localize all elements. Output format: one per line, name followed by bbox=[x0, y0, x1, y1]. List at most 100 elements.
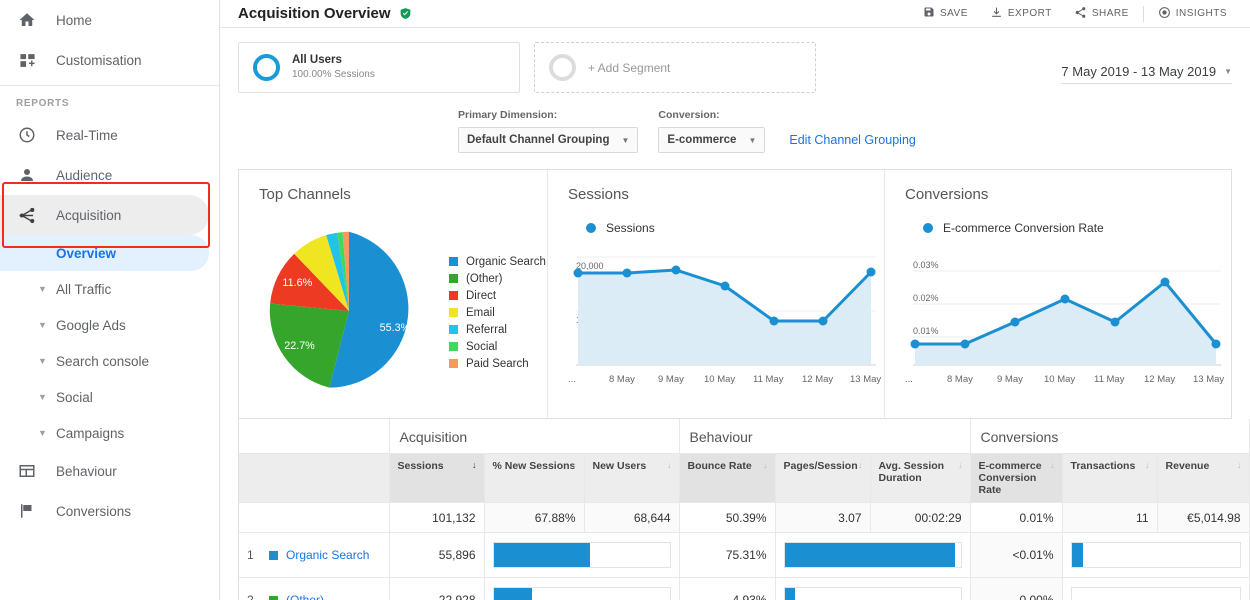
row-bounce-bar-track bbox=[783, 542, 962, 568]
export-icon bbox=[990, 6, 1003, 22]
row-sessions-bar-track bbox=[492, 587, 671, 600]
legend-item[interactable]: Social bbox=[449, 338, 546, 355]
sidebar-item-label: Home bbox=[56, 12, 93, 28]
row-label-cell: 2 (Other) bbox=[239, 577, 390, 600]
sidebar-item-google-ads[interactable]: ▼ Google Ads bbox=[0, 307, 219, 343]
sidebar-item-campaigns[interactable]: ▼ Campaigns bbox=[0, 415, 219, 451]
sessions-chart: Sessions Sessions 20,000 10,000 bbox=[547, 170, 884, 418]
chevron-down-icon: ▼ bbox=[748, 135, 757, 145]
export-button[interactable]: EXPORT bbox=[979, 6, 1063, 22]
conversions-svg: 0.03% 0.02% 0.01% ... 8 May 9 May 10 May… bbox=[905, 260, 1224, 385]
col-label: Revenue bbox=[1165, 460, 1210, 472]
conversion-group: Conversion: E-commerce ▼ bbox=[658, 109, 766, 153]
sessions-svg: 20,000 10,000 ... 8 May 9 May 10 May 11 … bbox=[568, 256, 881, 385]
sidebar-item-conversions[interactable]: Conversions bbox=[0, 491, 219, 531]
share-button[interactable]: SHARE bbox=[1063, 6, 1140, 22]
row-sessions-bar-cell bbox=[483, 532, 680, 578]
legend-item[interactable]: (Other) bbox=[449, 270, 546, 287]
sidebar-item-search-console[interactable]: ▼ Search console bbox=[0, 343, 219, 379]
col-label: Transactions bbox=[1070, 460, 1136, 472]
xtick-label: 10 May bbox=[704, 374, 735, 385]
legend-item[interactable]: Referral bbox=[449, 321, 546, 338]
sidebar-item-customisation[interactable]: Customisation bbox=[0, 40, 219, 80]
legend-item[interactable]: Paid Search bbox=[449, 355, 546, 372]
sessions-title: Sessions bbox=[568, 186, 629, 203]
segment-all-users[interactable]: All Users 100.00% Sessions bbox=[238, 42, 520, 93]
summary-ecom-conv-rate: 0.01% bbox=[969, 502, 1063, 533]
summary-new-users: 68,644 bbox=[583, 502, 680, 533]
sidebar-item-overview[interactable]: Overview bbox=[0, 235, 209, 271]
col-header-transactions[interactable]: Transactions ↓ bbox=[1061, 453, 1158, 503]
sidebar-item-real-time[interactable]: Real-Time bbox=[0, 115, 219, 155]
primary-dimension-select[interactable]: Default Channel Grouping ▼ bbox=[458, 127, 639, 153]
sort-arrow-icon: ↓ bbox=[858, 460, 863, 470]
row-channel-link[interactable]: Organic Search bbox=[286, 548, 369, 562]
summary-bounce-rate: 50.39% bbox=[678, 502, 776, 533]
sidebar-item-acquisition[interactable]: Acquisition bbox=[0, 195, 209, 235]
xtick-label: ... bbox=[905, 374, 913, 385]
sort-arrow-icon: ↓ bbox=[1237, 460, 1242, 470]
table-column-header-row: Sessions ↓ % New Sessions ↓ New Users ↓ … bbox=[239, 453, 1250, 503]
edit-channel-grouping-link[interactable]: Edit Channel Grouping bbox=[789, 133, 915, 153]
col-label: Avg. Session Duration bbox=[878, 460, 945, 484]
col-header-pct-new-sessions[interactable]: % New Sessions ↓ bbox=[483, 453, 585, 503]
sidebar-item-label: Customisation bbox=[56, 52, 142, 68]
conversions-legend[interactable]: E-commerce Conversion Rate bbox=[923, 221, 1231, 235]
legend-item[interactable]: Direct bbox=[449, 287, 546, 304]
sort-arrow-icon: ↓ bbox=[763, 460, 768, 470]
table-row[interactable]: 1 Organic Search 55,896 75.31% <0.01% bbox=[239, 532, 1250, 578]
legend-item[interactable]: Organic Search bbox=[449, 253, 546, 270]
conversion-select[interactable]: E-commerce ▼ bbox=[658, 127, 766, 153]
sidebar-item-all-traffic[interactable]: ▼ All Traffic bbox=[0, 271, 219, 307]
xtick-label: ... bbox=[568, 374, 576, 385]
row-ecom-bar-cell bbox=[1061, 532, 1250, 578]
col-header-pages-session[interactable]: Pages/Session ↓ bbox=[774, 453, 871, 503]
row-channel-link[interactable]: (Other) bbox=[286, 593, 324, 600]
sidebar-item-home[interactable]: Home bbox=[0, 0, 219, 40]
col-header-sessions[interactable]: Sessions ↓ bbox=[388, 453, 485, 503]
row-bounce-rate: 4.93% bbox=[678, 577, 776, 600]
segment-sub: 100.00% Sessions bbox=[292, 68, 375, 80]
col-label: E-commerce Conversion Rate bbox=[978, 460, 1042, 496]
col-label: New Users bbox=[592, 460, 647, 472]
sidebar-item-behaviour[interactable]: Behaviour bbox=[0, 451, 219, 491]
date-range-picker[interactable]: 7 May 2019 - 13 May 2019 ▼ bbox=[1061, 64, 1232, 84]
col-header-new-users[interactable]: New Users ↓ bbox=[583, 453, 680, 503]
sort-arrow-icon: ↓ bbox=[667, 460, 672, 470]
primary-dimension-value: Default Channel Grouping bbox=[467, 134, 610, 146]
xtick-label: 12 May bbox=[802, 374, 833, 385]
row-bounce-bar-cell bbox=[774, 577, 971, 600]
row-sessions-bar-fill bbox=[493, 543, 591, 567]
legend-label: Email bbox=[466, 306, 495, 319]
add-segment-ring-icon bbox=[549, 54, 576, 81]
row-sessions-bar-cell bbox=[483, 577, 680, 600]
save-button[interactable]: SAVE bbox=[912, 6, 979, 21]
col-header-avg-session-duration[interactable]: Avg. Session Duration ↓ bbox=[869, 453, 971, 503]
sort-arrow-icon: ↓ bbox=[1145, 460, 1150, 470]
table-row[interactable]: 2 (Other) 22,928 4.93% 0.00% bbox=[239, 577, 1250, 600]
clock-icon bbox=[16, 124, 38, 146]
summary-pages-session: 3.07 bbox=[774, 502, 871, 533]
row-color-swatch bbox=[269, 595, 278, 600]
insights-button[interactable]: INSIGHTS bbox=[1147, 6, 1238, 22]
segment-bar: All Users 100.00% Sessions + Add Segment… bbox=[220, 28, 1250, 93]
col-header-revenue[interactable]: Revenue ↓ bbox=[1156, 453, 1250, 503]
sessions-legend[interactable]: Sessions bbox=[586, 221, 884, 235]
col-header-ecom-conv-rate[interactable]: E-commerce Conversion Rate ↓ bbox=[969, 453, 1063, 503]
flag-icon bbox=[16, 500, 38, 522]
sidebar-item-audience[interactable]: Audience bbox=[0, 155, 219, 195]
col-header-bounce-rate[interactable]: Bounce Rate ↓ bbox=[678, 453, 776, 503]
row-sessions-bar-fill bbox=[493, 588, 533, 600]
row-ecom-bar-fill bbox=[1071, 543, 1084, 567]
legend-item[interactable]: Email bbox=[449, 304, 546, 321]
pie-label-organic: 55.3% bbox=[380, 322, 411, 334]
sidebar-item-social[interactable]: ▼ Social bbox=[0, 379, 219, 415]
row-ecom-bar-track bbox=[1070, 587, 1241, 600]
save-label: SAVE bbox=[939, 8, 968, 19]
segment-text: All Users 100.00% Sessions bbox=[292, 53, 375, 82]
toolbar-separator bbox=[1142, 5, 1144, 22]
ytick-label: 0.01% bbox=[913, 326, 939, 336]
add-segment-button[interactable]: + Add Segment bbox=[534, 42, 816, 93]
summary-revenue: €5,014.98 bbox=[1156, 502, 1250, 533]
conversion-label: Conversion: bbox=[658, 109, 720, 121]
